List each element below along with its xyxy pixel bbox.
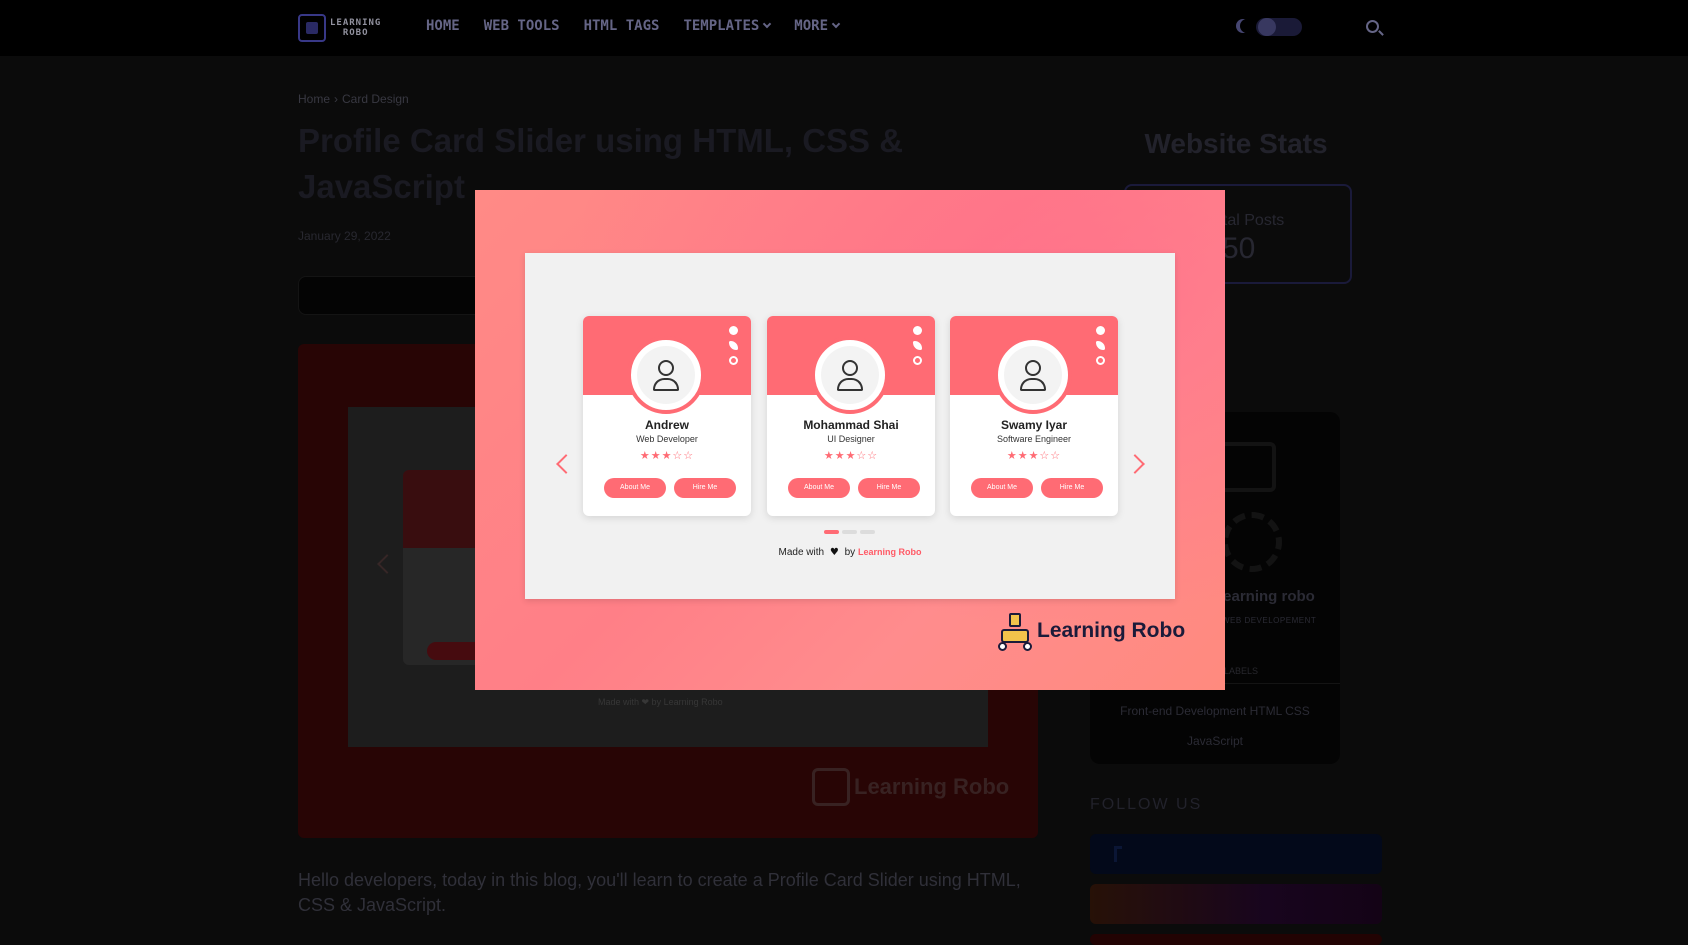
lightbox-image[interactable]: Andrew Web Developer ★★★☆☆ About Me Hire… [475,190,1225,690]
slider-preview-panel: Andrew Web Developer ★★★☆☆ About Me Hire… [525,253,1175,599]
hire-me-button: Hire Me [674,478,736,498]
slider-dots [824,530,875,534]
heart-icon: ♥ [829,547,839,558]
card-rating: ★★★☆☆ [639,449,695,462]
card-name: Mohammad Shai [803,418,899,432]
chevron-left-icon [556,454,576,474]
brand-text: Learning Robo [1037,619,1186,642]
about-me-button: About Me [788,478,850,498]
user-icon [842,360,858,376]
about-me-button: About Me [604,478,666,498]
card-role: Software Engineer [996,434,1072,444]
hire-me-button: Hire Me [858,478,920,498]
card-rating: ★★★☆☆ [1006,449,1062,462]
chevron-right-icon [1125,454,1145,474]
facebook-icon [1096,326,1105,335]
madewith-brand: Learning Robo [857,547,922,557]
made-with-credit: Made with ♥ by Learning Robo [525,547,1175,558]
slider-dot [824,530,839,534]
card-social-icons [913,326,922,365]
card-social-icons [729,326,738,365]
facebook-icon [729,326,738,335]
github-icon [913,356,922,365]
profile-card-swamy: Swamy Iyar Software Engineer ★★★☆☆ About… [950,316,1118,516]
twitter-icon [1096,341,1105,350]
card-name: Swamy Iyar [1000,418,1068,432]
twitter-icon [913,341,922,350]
facebook-icon [913,326,922,335]
about-me-button: About Me [971,478,1033,498]
profile-card-mohammad: Mohammad Shai UI Designer ★★★☆☆ About Me… [767,316,935,516]
card-rating: ★★★☆☆ [823,449,879,462]
slider-dot [860,530,875,534]
card-role: UI Designer [827,434,875,444]
avatar [627,336,705,414]
card-role: Web Developer [636,434,698,444]
madewith-by: by [844,547,856,558]
avatar [994,336,1072,414]
github-icon [729,356,738,365]
card-social-icons [1096,326,1105,365]
robot-icon [995,611,1035,651]
user-icon [1025,360,1041,376]
twitter-icon [729,341,738,350]
avatar [811,336,889,414]
github-icon [1096,356,1105,365]
slider-dot [842,530,857,534]
card-name: Andrew [644,418,689,432]
hire-me-button: Hire Me [1041,478,1103,498]
brand-watermark: Learning Robo [995,611,1185,651]
profile-card-andrew: Andrew Web Developer ★★★☆☆ About Me Hire… [583,316,751,516]
madewith-prefix: Made with [778,547,825,558]
user-icon [658,360,674,376]
